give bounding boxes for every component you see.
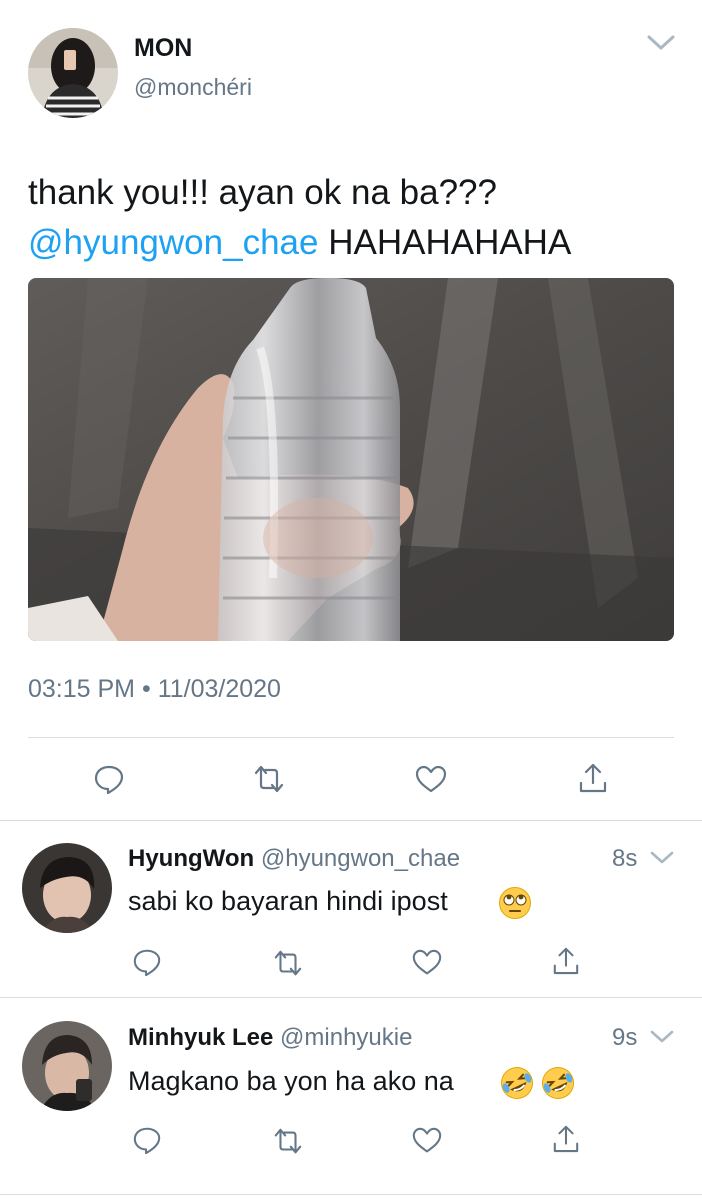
reply-text-body: Magkano ba yon ha ako na (128, 1066, 454, 1096)
tweet-display-name[interactable]: MON (134, 34, 192, 63)
tweet-author-avatar[interactable] (28, 28, 118, 118)
reply-handle[interactable]: @hyungwon_chae (261, 845, 460, 872)
like-icon[interactable] (411, 948, 443, 976)
reply-text: Magkano ba yon ha ako na (128, 1066, 454, 1097)
retweet-icon[interactable] (272, 948, 304, 978)
mention-link[interactable]: @hyungwon_chae (28, 223, 318, 262)
rolling-on-the-floor-laughing-icon (541, 1066, 575, 1100)
like-icon[interactable] (414, 764, 448, 794)
rolling-on-the-floor-laughing-icon (500, 1066, 534, 1100)
tweet-photo[interactable] (28, 278, 674, 641)
reply-age: 8s (612, 845, 638, 872)
tweet-text-line-1: thank you!!! ayan ok na ba??? (28, 173, 497, 212)
share-icon[interactable] (552, 946, 580, 976)
tweet-handle[interactable]: @monchéri (134, 74, 252, 101)
like-icon[interactable] (411, 1126, 443, 1154)
reply-text-body: sabi ko bayaran hindi ipost (128, 886, 448, 916)
reply-icon[interactable] (132, 947, 162, 977)
reply-display-name[interactable]: HyungWon (128, 845, 254, 872)
face-with-rolling-eyes-icon (498, 886, 532, 920)
reply-handle[interactable]: @minhyukie (280, 1024, 412, 1051)
chevron-down-icon[interactable] (650, 1030, 674, 1044)
reply-author-avatar[interactable] (22, 843, 112, 933)
reply-header: HyungWon @hyungwon_chae (128, 845, 460, 873)
share-icon[interactable] (552, 1124, 580, 1154)
divider (28, 737, 674, 738)
reply-icon[interactable] (93, 763, 125, 795)
divider (0, 997, 702, 998)
reply-age: 9s (612, 1024, 638, 1051)
chevron-down-icon[interactable] (646, 34, 676, 52)
share-icon[interactable] (578, 762, 608, 794)
reply-author-avatar[interactable] (22, 1021, 112, 1111)
tweet-time: 03:15 PM (28, 675, 136, 703)
reply-text: sabi ko bayaran hindi ipost (128, 886, 448, 917)
retweet-icon[interactable] (252, 763, 286, 795)
tweet-text-line-2: @hyungwon_chae HAHAHAHAHA (28, 218, 678, 268)
chevron-down-icon[interactable] (650, 851, 674, 865)
tweet-timestamp[interactable]: 03:15 PM • 11/03/2020 (28, 675, 281, 704)
reply-display-name[interactable]: Minhyuk Lee (128, 1024, 273, 1051)
tweet-text: thank you!!! ayan ok na ba??? @hyungwon_… (28, 168, 678, 268)
divider (0, 820, 702, 821)
tweet-date: 11/03/2020 (157, 675, 281, 703)
divider (0, 1194, 702, 1195)
retweet-icon[interactable] (272, 1126, 304, 1156)
reply-header: Minhyuk Lee @minhyukie (128, 1024, 412, 1052)
tweet-separator: • (141, 675, 151, 703)
reply-icon[interactable] (132, 1125, 162, 1155)
tweet-text-tail: HAHAHAHAHA (328, 223, 572, 262)
